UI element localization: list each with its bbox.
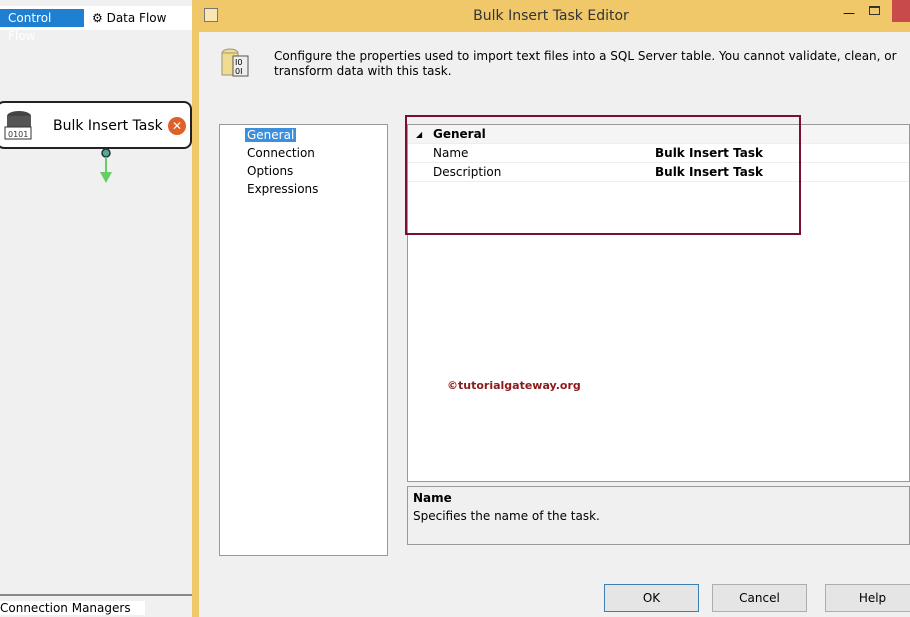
task-label: Bulk Insert Task: [53, 118, 163, 134]
ok-button[interactable]: OK: [604, 584, 699, 612]
designer-canvas: [0, 0, 195, 617]
maximize-button[interactable]: [869, 6, 880, 15]
tab-data-flow[interactable]: ⚙ Data Flow: [88, 9, 170, 27]
error-icon: ✕: [168, 117, 186, 135]
help-button[interactable]: Help: [825, 584, 910, 612]
designer-tabs: Control Flow ⚙ Data Flow: [0, 6, 195, 30]
close-button[interactable]: [892, 0, 910, 22]
connection-managers-tab[interactable]: Connection Managers: [0, 594, 195, 617]
bulk-insert-icon: I00I: [220, 48, 250, 80]
svg-text:0I: 0I: [235, 67, 242, 76]
cancel-button[interactable]: Cancel: [712, 584, 807, 612]
nav-item-options[interactable]: Options: [245, 164, 295, 178]
nav-list: General Connection Options Expressions: [219, 124, 388, 556]
precedence-arrow[interactable]: [98, 148, 114, 184]
property-help-panel: Name Specifies the name of the task.: [407, 486, 910, 545]
nav-item-connection[interactable]: Connection: [245, 146, 317, 160]
tab-label: Data Flow: [107, 11, 167, 25]
minimize-button[interactable]: —: [843, 6, 855, 20]
dialog-description: Configure the properties used to import …: [274, 49, 904, 79]
dialog-title: Bulk Insert Task Editor: [192, 8, 910, 24]
database-icon: 0101: [4, 110, 34, 142]
bulk-insert-task-node[interactable]: 0101 Bulk Insert Task ✕: [0, 101, 192, 149]
nav-item-general[interactable]: General: [245, 128, 296, 142]
svg-text:I0: I0: [235, 58, 242, 67]
dialog-title-bar[interactable]: Bulk Insert Task Editor —: [192, 0, 910, 32]
connection-managers-label: Connection Managers: [0, 601, 145, 615]
nav-item-expressions[interactable]: Expressions: [245, 182, 320, 196]
svg-text:0101: 0101: [8, 130, 28, 139]
data-flow-icon: ⚙: [92, 11, 107, 25]
highlight-box: [405, 115, 801, 235]
help-title: Name: [413, 491, 452, 505]
help-text: Specifies the name of the task.: [413, 509, 600, 523]
watermark: ©tutorialgateway.org: [447, 379, 581, 392]
tab-control-flow[interactable]: Control Flow: [0, 9, 84, 27]
